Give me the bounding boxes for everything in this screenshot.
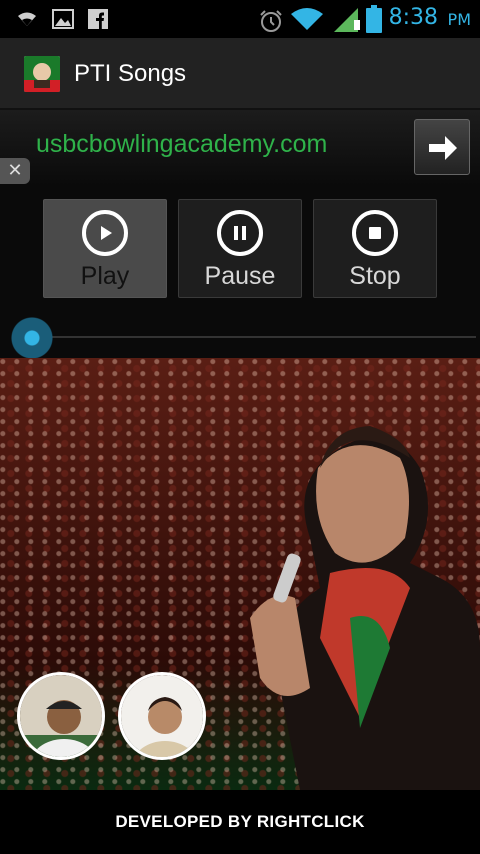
ad-link-text[interactable]: usbcbowlingacademy.com: [36, 130, 327, 159]
clock-time: 8:38: [388, 5, 438, 30]
status-bar: 8:38 PM: [0, 0, 480, 38]
cell-signal-icon: [334, 8, 360, 32]
developer-avatar-1[interactable]: [17, 672, 105, 760]
footer: DEVELOPED BY RIGHTCLICK: [0, 790, 480, 854]
image-icon: [52, 9, 74, 29]
developer-credit: DEVELOPED BY RIGHTCLICK: [115, 812, 365, 831]
clock-ampm: PM: [447, 10, 471, 29]
pti-logo-icon[interactable]: [24, 56, 60, 92]
play-label: Play: [80, 262, 130, 290]
arrow-right-icon: [429, 136, 457, 160]
ad-banner[interactable]: usbcbowlingacademy.com: [0, 110, 480, 186]
ad-close-button[interactable]: ✕: [0, 158, 30, 184]
play-icon: [82, 210, 128, 256]
pause-button[interactable]: Pause: [178, 199, 302, 298]
alarm-icon: [260, 10, 282, 32]
seek-bar-thumb[interactable]: [10, 316, 54, 360]
pause-label: Pause: [204, 262, 276, 290]
stop-button[interactable]: Stop: [313, 199, 437, 298]
play-button[interactable]: Play: [43, 199, 167, 298]
pause-icon: [217, 210, 263, 256]
stop-icon: [352, 210, 398, 256]
ad-open-button[interactable]: [414, 119, 470, 175]
wifi-icon: [291, 8, 323, 30]
speaker-image: [250, 426, 480, 790]
battery-icon: [366, 5, 382, 33]
facebook-icon: [88, 9, 108, 29]
seek-bar-track[interactable]: [30, 336, 476, 338]
stop-label: Stop: [349, 262, 401, 290]
wifi-signal-icon: [18, 12, 36, 26]
developer-avatar-2[interactable]: [118, 672, 206, 760]
app-title: PTI Songs: [74, 60, 187, 87]
action-bar: PTI Songs: [0, 38, 480, 110]
